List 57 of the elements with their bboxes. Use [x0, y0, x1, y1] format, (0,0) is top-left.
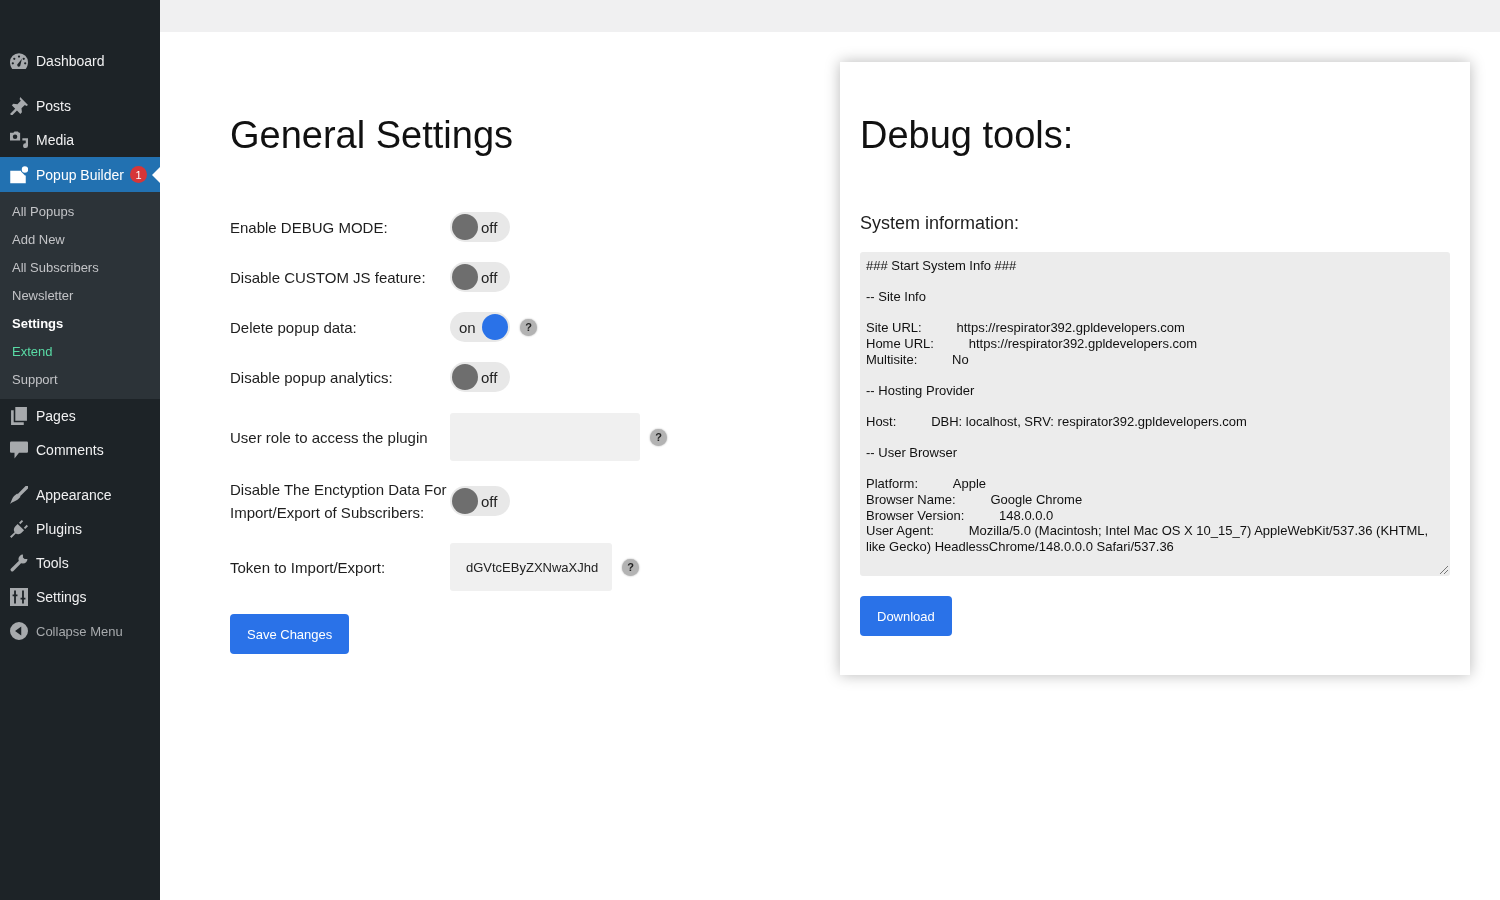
submenu-item[interactable]: Newsletter [0, 282, 160, 310]
submenu-item[interactable]: Extend [0, 338, 160, 366]
camera-music-icon [10, 131, 28, 149]
submenu-item[interactable]: Add New [0, 226, 160, 254]
setting-label: Token to Import/Export: [230, 557, 387, 578]
toggle-switch[interactable]: off [450, 212, 510, 242]
token-field[interactable]: dGVtcEByZXNwaXJhd [450, 543, 612, 591]
help-icon[interactable]: ? [650, 428, 667, 446]
count-badge: 1 [129, 166, 147, 183]
speech-bubble-icon [10, 441, 28, 459]
sidebar-item[interactable]: Appearance [0, 478, 160, 512]
system-info-field[interactable]: ### Start System Info ### -- Site Info Site URL: https://respirator392.gpldevelopers.com Home URL: https://respirator392.gpldevelopers.com Multisite: No -- Hosting Provider Host: DBH: localhost, SRV: respirator392.gpldevelopers.com -- User Browser Platform: Apple Browser Name: Google Chrome Browser Version: 148.0.0.0 User Agent: Mozilla/5.0 (Macintosh; Intel Mac OS X 10_15_7) AppleWebKit/537.36 (KHTML, like Gecko) HeadlessChrome/148.0.0.0 Safari/537.36 [860, 252, 1450, 576]
resize-grip-icon[interactable] [1440, 566, 1448, 574]
sidebar-item[interactable]: Media [0, 123, 160, 157]
toggle-switch[interactable]: on [450, 312, 510, 342]
toggle-switch[interactable]: off [450, 362, 510, 392]
help-icon[interactable]: ? [520, 318, 537, 336]
page-title: General Settings [230, 113, 515, 158]
submenu-item[interactable]: Settings [0, 310, 160, 338]
gauge-icon [10, 52, 28, 70]
plug-icon [10, 520, 28, 538]
toggle-knob [452, 214, 478, 240]
save-changes-button[interactable]: Save Changes [230, 614, 350, 654]
window-icon [10, 165, 28, 184]
setting-label: Disable popup analytics: [230, 367, 394, 388]
toggle-knob [482, 314, 508, 340]
toggle-switch[interactable]: off [450, 262, 510, 292]
card-title: Debug tools: [860, 113, 1075, 158]
toggle-knob [452, 264, 478, 290]
download-button[interactable]: Download [860, 596, 952, 636]
submenu-item[interactable]: All Subscribers [0, 254, 160, 282]
wrench-icon [10, 554, 28, 572]
help-icon[interactable]: ? [622, 558, 639, 576]
setting-label: Delete popup data: [230, 317, 358, 338]
sidebar-item[interactable]: Popup Builder 1 [0, 157, 160, 192]
paintbrush-icon [10, 486, 28, 504]
sidebar-item[interactable]: Tools [0, 546, 160, 580]
pushpin-icon [10, 97, 28, 115]
sliders-icon [10, 588, 28, 606]
submenu-item[interactable]: Support [0, 366, 160, 394]
sidebar-item[interactable]: Settings [0, 580, 160, 614]
sidebar-item[interactable]: Dashboard [0, 44, 160, 78]
submenu-item[interactable]: All Popups [0, 198, 160, 226]
setting-label: Disable CUSTOM JS feature: [230, 267, 427, 288]
toggle-switch[interactable]: off [450, 486, 510, 516]
sidebar-item[interactable]: Posts [0, 89, 160, 123]
toggle-knob [452, 364, 478, 390]
collapse-menu-button[interactable]: Collapse Menu [0, 614, 160, 648]
setting-label: User role to access the plugin [230, 427, 429, 448]
stacked-pages-icon [10, 407, 28, 425]
section-heading: System information: [860, 212, 1021, 234]
setting-label: Disable The Enctyption Data For Import/Export of Subscribers: [230, 480, 448, 523]
sidebar-item[interactable]: Comments [0, 433, 160, 467]
sidebar-item[interactable]: Pages [0, 399, 160, 433]
setting-label: Enable DEBUG MODE: [230, 217, 389, 238]
toggle-knob [452, 488, 478, 514]
sidebar-item[interactable]: Plugins [0, 512, 160, 546]
